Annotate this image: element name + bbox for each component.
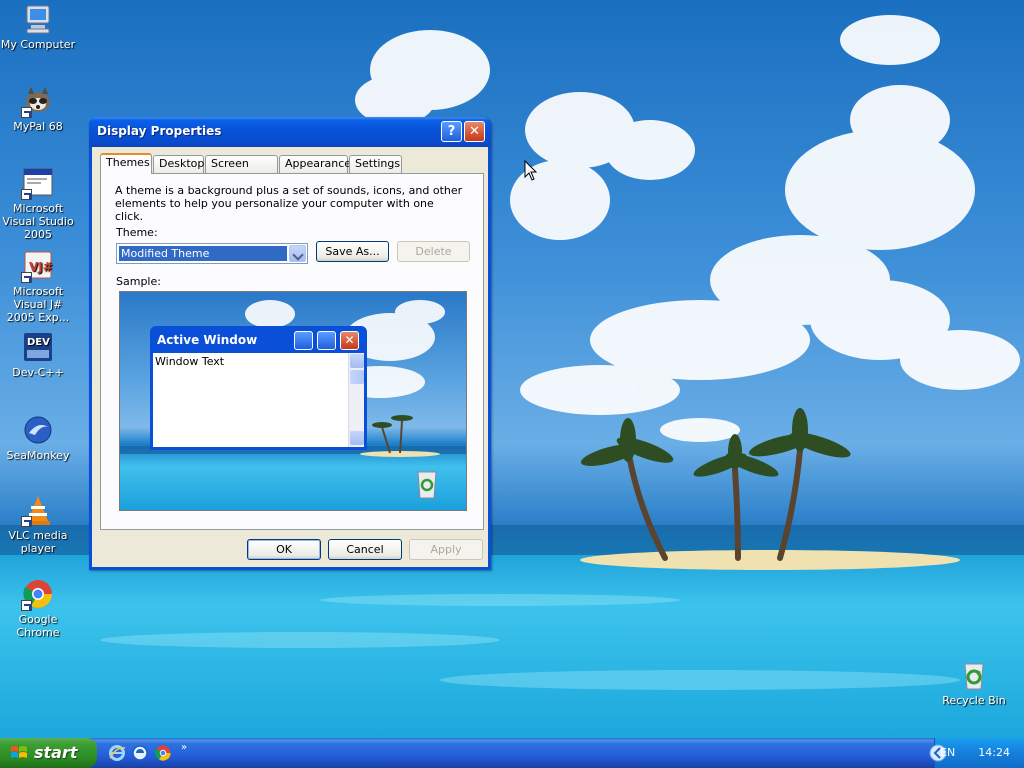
apply-button[interactable]: Apply: [409, 539, 483, 560]
chevron-down-icon[interactable]: [289, 245, 306, 262]
shortcut-arrow-icon: [21, 272, 32, 283]
tab-screen-saver[interactable]: Screen Saver: [205, 155, 278, 186]
windows-logo-icon: [11, 746, 27, 758]
desktop-icon-my-computer[interactable]: My Computer: [0, 2, 78, 51]
sample-window-body: Window Text: [153, 353, 364, 447]
clock[interactable]: 14:24: [978, 746, 1010, 759]
save-as-button[interactable]: Save As...: [316, 241, 389, 262]
quick-launch-overflow-icon[interactable]: »: [181, 742, 187, 753]
svg-text:DEV: DEV: [27, 337, 50, 348]
close-icon: ✕: [340, 331, 359, 350]
desktop-icon-chrome[interactable]: Google Chrome: [0, 577, 78, 639]
theme-sample-preview: Active Window ✕ Window Text: [119, 291, 467, 511]
scroll-up-icon: [350, 354, 364, 368]
tab-desktop[interactable]: Desktop: [153, 155, 204, 173]
cancel-button[interactable]: Cancel: [328, 539, 402, 560]
desktop-icon-label: Dev-C++: [12, 366, 64, 379]
scroll-down-icon: [350, 431, 364, 445]
tab-settings[interactable]: Settings: [349, 155, 402, 173]
desktop-icon-label: Recycle Bin: [942, 694, 1006, 707]
help-button[interactable]: ?: [441, 121, 462, 142]
desktop-icon-label: Google Chrome: [16, 613, 60, 639]
desktop-icon-vlc[interactable]: VLC media player: [0, 493, 78, 555]
theme-dropdown[interactable]: Modified Theme: [116, 243, 308, 264]
svg-text:VJ#: VJ#: [29, 260, 53, 274]
desktop-icon-label: SeaMonkey: [6, 449, 70, 462]
sample-scrollbar: [348, 353, 364, 447]
shortcut-arrow-icon: [21, 516, 32, 527]
close-icon: ✕: [469, 124, 480, 139]
maximize-icon: [317, 331, 336, 350]
desktop-icon-visual-studio[interactable]: Microsoft Visual Studio 2005: [0, 166, 78, 241]
sample-label: Sample:: [116, 275, 161, 288]
tab-appearance[interactable]: Appearance: [279, 155, 351, 173]
chrome-icon[interactable]: [154, 744, 172, 762]
desktop-icon-label: My Computer: [0, 38, 76, 51]
sample-window-text: Window Text: [155, 355, 225, 368]
dialog-titlebar[interactable]: Display Properties ? ✕: [89, 117, 491, 147]
scroll-thumb: [350, 370, 364, 384]
theme-description: A theme is a background plus a set of so…: [115, 184, 463, 223]
shortcut-arrow-icon: [21, 107, 32, 118]
ok-button[interactable]: OK: [247, 539, 321, 560]
desktop-icon-mypal[interactable]: MyPal 68: [0, 84, 78, 133]
jsharp-icon: VJ#: [21, 249, 55, 283]
mouse-cursor-icon: [524, 160, 538, 181]
recycle-bin-icon: [957, 658, 991, 692]
dialog-title: Display Properties: [97, 124, 222, 138]
display-properties-dialog: Display Properties ? ✕ Themes Desktop Sc…: [89, 117, 491, 570]
raccoon-icon: [21, 84, 55, 118]
dev-cpp-icon: DEV: [21, 330, 55, 364]
shortcut-arrow-icon: [21, 189, 32, 200]
delete-button[interactable]: Delete: [397, 241, 470, 262]
desktop-icon-recycle-bin[interactable]: Recycle Bin: [934, 658, 1014, 707]
tab-themes[interactable]: Themes: [100, 153, 152, 174]
chrome-icon: [21, 577, 55, 611]
close-button[interactable]: ✕: [464, 121, 485, 142]
language-indicator[interactable]: EN: [940, 746, 955, 759]
internet-explorer-icon[interactable]: [108, 744, 126, 762]
sample-window-title: Active Window: [157, 333, 258, 347]
shortcut-arrow-icon: [21, 600, 32, 611]
vlc-cone-icon: [21, 493, 55, 527]
desktop-icon-label: Microsoft Visual J# 2005 Exp...: [6, 285, 70, 324]
desktop-icon-seamonkey[interactable]: SeaMonkey: [0, 413, 78, 462]
seamonkey-icon: [21, 413, 55, 447]
start-button[interactable]: start: [0, 738, 97, 768]
taskbar: start » 14:24 EN: [0, 738, 1024, 768]
desktop-icon-devcpp[interactable]: DEV Dev-C++: [0, 330, 78, 379]
themes-panel: A theme is a background plus a set of so…: [100, 173, 484, 530]
minimize-icon: [294, 331, 313, 350]
computer-icon: [21, 2, 55, 36]
application-window-icon: [21, 166, 55, 200]
desktop-icon-label: Microsoft Visual Studio 2005: [2, 202, 74, 241]
desktop-icon-label: MyPal 68: [13, 120, 63, 133]
start-label: start: [34, 743, 78, 762]
sample-active-window: Active Window ✕ Window Text: [150, 326, 367, 450]
theme-label: Theme:: [116, 226, 158, 239]
desktop-icon-label: VLC media player: [8, 529, 68, 555]
theme-dropdown-value: Modified Theme: [119, 246, 287, 261]
desktop-icon-visual-jsharp[interactable]: VJ# Microsoft Visual J# 2005 Exp...: [0, 249, 78, 324]
help-icon: ?: [447, 124, 456, 139]
ie-alt-icon[interactable]: [131, 744, 149, 762]
